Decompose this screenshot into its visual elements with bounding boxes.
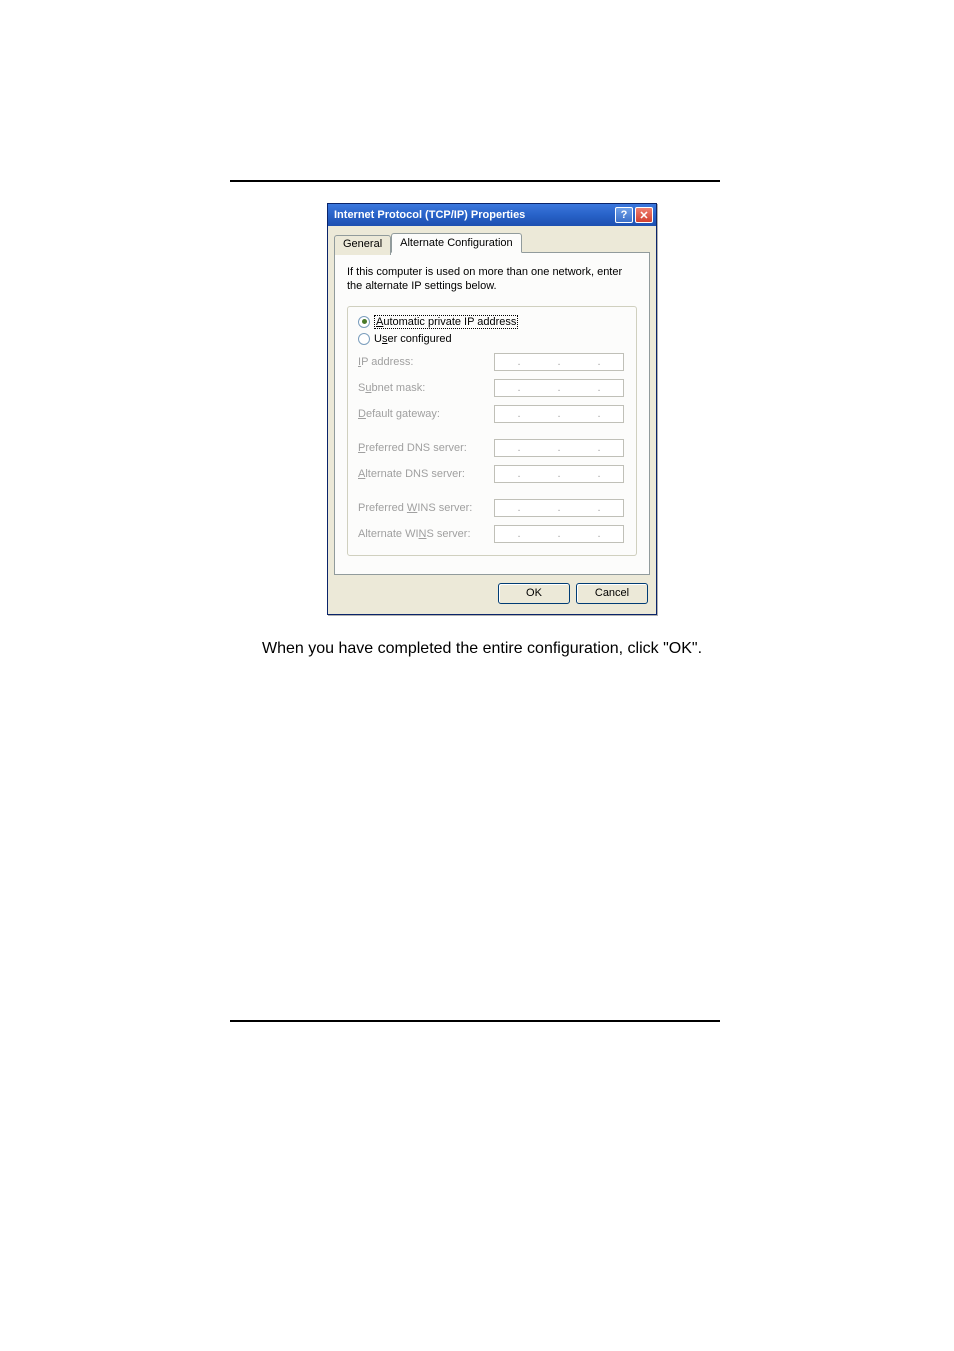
row-preferred-dns: Preferred DNS server: ... <box>358 439 626 457</box>
radio-user-label: User configured <box>374 333 452 345</box>
input-preferred-wins: ... <box>494 499 624 517</box>
tabs: General Alternate Configuration <box>334 233 650 253</box>
dialog-button-row: OK Cancel <box>328 575 656 614</box>
tab-alternate-configuration[interactable]: Alternate Configuration <box>391 233 522 253</box>
input-alternate-wins: ... <box>494 525 624 543</box>
label-subnet-mask: Subnet mask: <box>358 382 488 394</box>
row-alternate-dns: Alternate DNS server: ... <box>358 465 626 483</box>
tab-panel: If this computer is used on more than on… <box>334 252 650 575</box>
row-default-gateway: Default gateway: ... <box>358 405 626 423</box>
ok-button[interactable]: OK <box>498 583 570 604</box>
caption-text: When you have completed the entire confi… <box>262 640 702 658</box>
radio-user-configured[interactable]: User configured <box>358 333 626 345</box>
label-default-gateway: Default gateway: <box>358 408 488 420</box>
label-preferred-dns: Preferred DNS server: <box>358 442 488 454</box>
label-preferred-wins: Preferred WINS server: <box>358 502 488 514</box>
input-subnet-mask: ... <box>494 379 624 397</box>
titlebar: Internet Protocol (TCP/IP) Properties ? … <box>328 204 656 226</box>
label-ip-address: IP address: <box>358 356 488 368</box>
page-bottom-divider <box>230 1020 720 1022</box>
titlebar-buttons: ? ✕ <box>615 207 653 223</box>
tcpip-properties-dialog: Internet Protocol (TCP/IP) Properties ? … <box>327 203 657 615</box>
close-button[interactable]: ✕ <box>635 207 653 223</box>
radio-auto-label: Automatic private IP address <box>374 315 518 329</box>
input-alternate-dns: ... <box>494 465 624 483</box>
config-fieldset: Automatic private IP address User config… <box>347 306 637 556</box>
input-ip-address: ... <box>494 353 624 371</box>
label-alternate-wins: Alternate WINS server: <box>358 528 488 540</box>
radio-unchecked-icon <box>358 333 370 345</box>
tab-general[interactable]: General <box>334 235 391 255</box>
radio-checked-icon <box>358 316 370 328</box>
row-alternate-wins: Alternate WINS server: ... <box>358 525 626 543</box>
radio-automatic-private-ip[interactable]: Automatic private IP address <box>358 315 626 329</box>
input-default-gateway: ... <box>494 405 624 423</box>
input-preferred-dns: ... <box>494 439 624 457</box>
help-button[interactable]: ? <box>615 207 633 223</box>
close-icon: ✕ <box>639 209 648 222</box>
label-alternate-dns: Alternate DNS server: <box>358 468 488 480</box>
tabs-area: General Alternate Configuration If this … <box>328 226 656 575</box>
page-top-divider <box>230 180 720 182</box>
row-subnet-mask: Subnet mask: ... <box>358 379 626 397</box>
cancel-button[interactable]: Cancel <box>576 583 648 604</box>
description-text: If this computer is used on more than on… <box>347 265 637 294</box>
dialog-title: Internet Protocol (TCP/IP) Properties <box>334 209 615 221</box>
row-preferred-wins: Preferred WINS server: ... <box>358 499 626 517</box>
row-ip-address: IP address: ... <box>358 353 626 371</box>
